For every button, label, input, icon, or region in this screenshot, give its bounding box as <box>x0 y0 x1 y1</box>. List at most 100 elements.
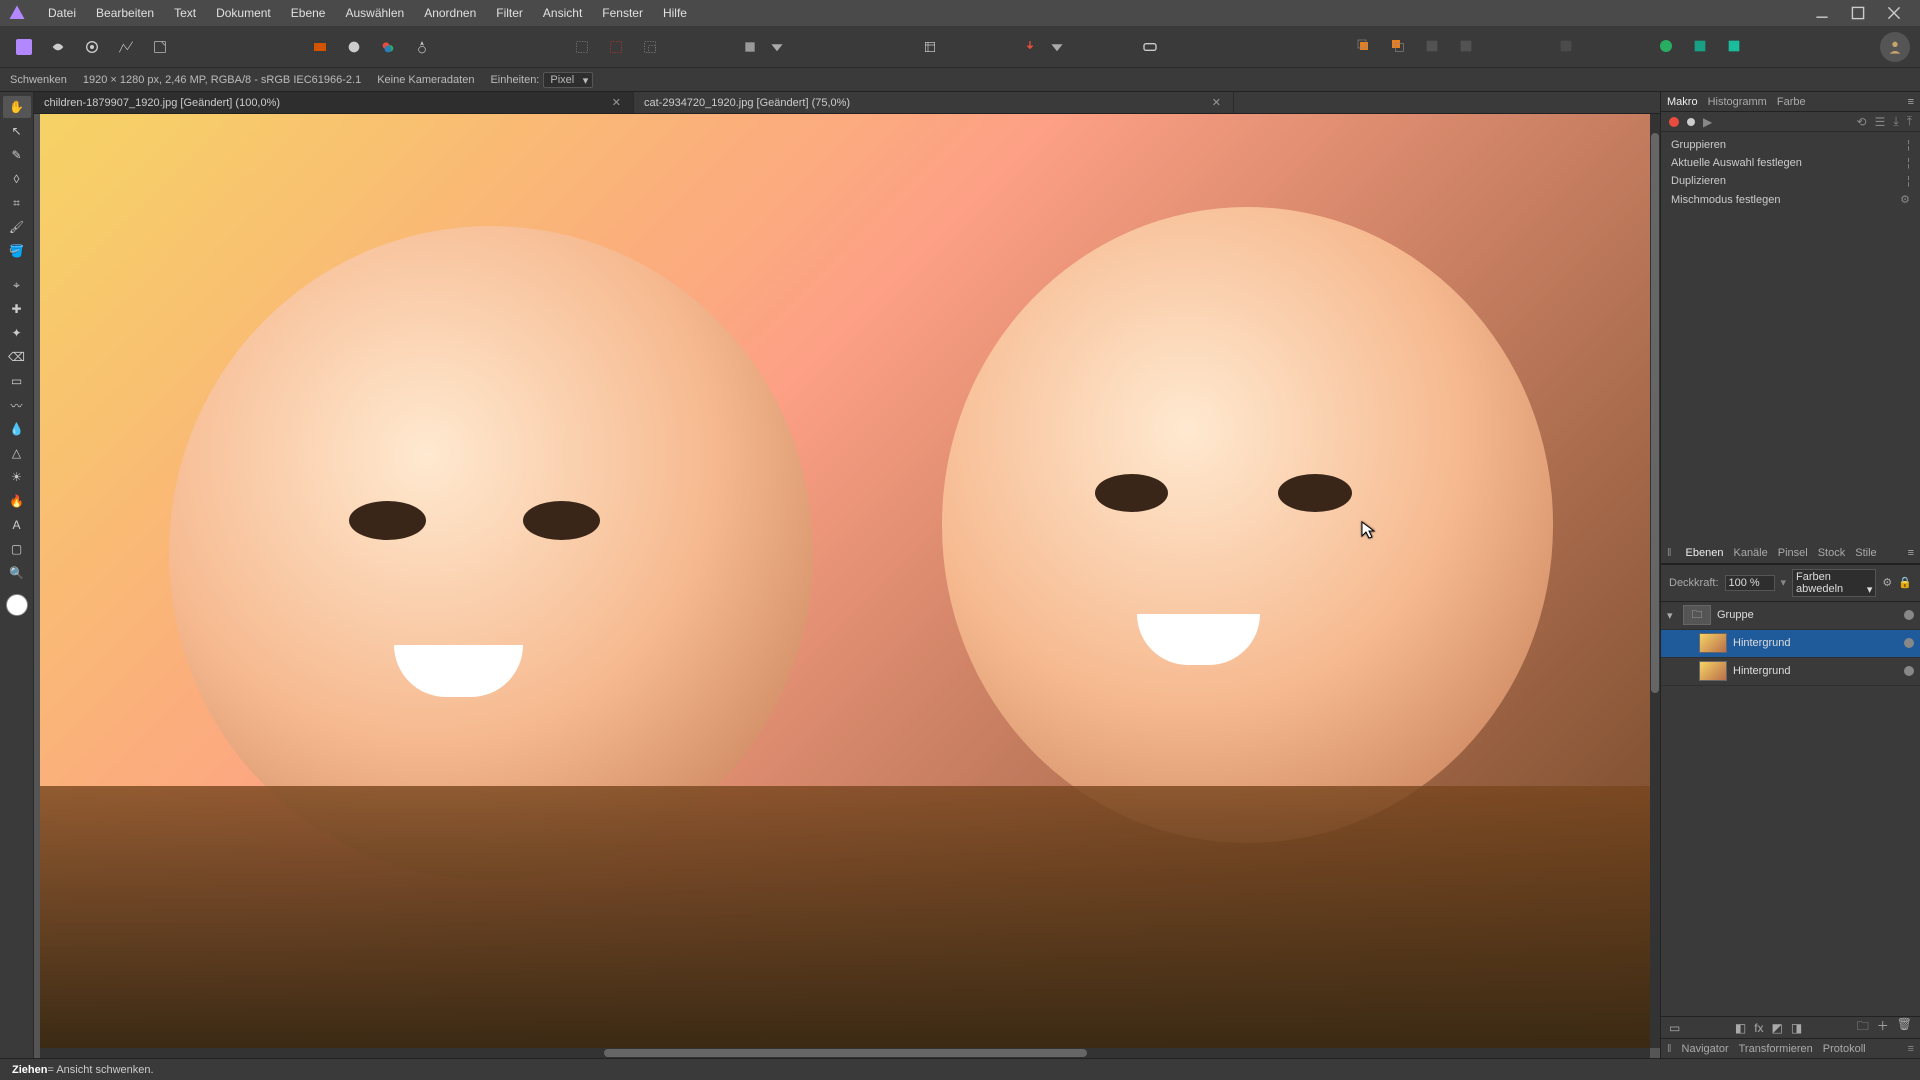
menu-item-filter[interactable]: Filter <box>486 2 533 24</box>
autocolor-button[interactable] <box>306 33 334 61</box>
layer-delete-icon[interactable]: 🗑 <box>1897 1017 1912 1038</box>
layer-mask2-icon[interactable]: ◩ <box>1772 1021 1783 1035</box>
tab-histogramm[interactable]: Histogramm <box>1708 96 1767 108</box>
layers-tab-kanäle[interactable]: Kanäle <box>1733 547 1767 559</box>
layer-fx-icon[interactable]: fx <box>1754 1021 1763 1035</box>
node-tool[interactable]: ◊ <box>3 168 31 190</box>
zoom-tool[interactable]: 🔍 <box>3 562 31 584</box>
layer-visibility-toggle[interactable] <box>1904 610 1914 620</box>
tab-navigator[interactable]: Navigator <box>1682 1043 1729 1055</box>
autolevels-button[interactable] <box>340 33 368 61</box>
close-tab-icon[interactable]: ✕ <box>1210 96 1223 109</box>
menu-item-datei[interactable]: Datei <box>38 2 86 24</box>
layers-tab-stock[interactable]: Stock <box>1818 547 1846 559</box>
layers-tab-pinsel[interactable]: Pinsel <box>1778 547 1808 559</box>
vertical-scrollbar[interactable] <box>1650 114 1660 1048</box>
horizontal-scrollbar[interactable] <box>40 1048 1650 1058</box>
arrange-back-icon[interactable] <box>1350 32 1378 60</box>
layer-lock-icon[interactable]: 🔒 <box>1898 576 1912 589</box>
menu-item-text[interactable]: Text <box>164 2 206 24</box>
menu-item-fenster[interactable]: Fenster <box>592 2 653 24</box>
blend-mode-dropdown[interactable]: Farben abwedeln▾ <box>1792 569 1876 597</box>
close-tab-icon[interactable]: ✕ <box>610 96 623 109</box>
align-button[interactable] <box>1552 32 1580 60</box>
layer-visibility-toggle[interactable] <box>1904 666 1914 676</box>
macro-export-icon[interactable]: ⤒ <box>1907 114 1912 129</box>
layers-tab-ebenen[interactable]: Ebenen <box>1686 547 1724 559</box>
paintbrush-tool[interactable]: 🖌 <box>3 216 31 238</box>
layer-group-row[interactable]: ▾🗀Gruppe <box>1661 602 1920 630</box>
menu-item-auswählen[interactable]: Auswählen <box>335 2 414 24</box>
document-tab[interactable]: children-1879907_1920.jpg [Geändert] (10… <box>34 92 634 113</box>
snap-button[interactable] <box>1016 33 1044 61</box>
arrange-outside-icon[interactable] <box>1452 32 1480 60</box>
foreground-color-swatch[interactable] <box>6 594 28 616</box>
menu-item-hilfe[interactable]: Hilfe <box>653 2 697 24</box>
macro-action-gear-icon[interactable]: ⚙ <box>1900 193 1910 206</box>
add-layer-teal2-icon[interactable] <box>1720 32 1748 60</box>
menu-item-anordnen[interactable]: Anordnen <box>414 2 486 24</box>
panel-menu-icon[interactable]: ≡ <box>1908 96 1914 108</box>
document-tab[interactable]: cat-2934720_1920.jpg [Geändert] (75,0%)✕ <box>634 92 1234 113</box>
selection-add-icon[interactable] <box>602 33 630 61</box>
menu-item-bearbeiten[interactable]: Bearbeiten <box>86 2 164 24</box>
macro-action-row[interactable]: Gruppieren¦ <box>1661 136 1920 154</box>
eraser-tool[interactable]: ⌫ <box>3 346 31 368</box>
persona-photo-icon[interactable] <box>10 33 38 61</box>
macro-play-button[interactable]: ▶ <box>1703 115 1712 129</box>
add-layer-green-icon[interactable] <box>1652 32 1680 60</box>
disclose-icon[interactable]: ▾ <box>1667 609 1677 622</box>
snap-dropdown[interactable] <box>1050 33 1064 61</box>
autocontrast-button[interactable] <box>374 33 402 61</box>
macro-save-icon[interactable]: ⤓ <box>1893 114 1898 129</box>
burn-tool[interactable]: 🔥 <box>3 490 31 512</box>
macro-action-gear-icon[interactable]: ¦ <box>1907 139 1910 151</box>
selection-tool[interactable]: ▭ <box>3 370 31 392</box>
layer-adjust-icon[interactable]: ◧ <box>1735 1021 1746 1035</box>
quickmask-button[interactable] <box>736 33 764 61</box>
selection-sub-icon[interactable] <box>636 33 664 61</box>
blur-tool[interactable]: 💧 <box>3 418 31 440</box>
layers-tab-stile[interactable]: Stile <box>1855 547 1876 559</box>
canvas-image[interactable] <box>40 114 1650 1048</box>
macro-action-gear-icon[interactable]: ¦ <box>1907 175 1910 187</box>
macro-reset-icon[interactable]: ⟲ <box>1857 115 1867 129</box>
crop-tool[interactable]: ⌗ <box>3 192 31 214</box>
persona-develop-icon[interactable] <box>78 33 106 61</box>
persona-tone-icon[interactable] <box>112 33 140 61</box>
macro-stop-button[interactable] <box>1687 118 1695 126</box>
macro-record-button[interactable] <box>1669 117 1679 127</box>
add-layer-teal-icon[interactable] <box>1686 32 1714 60</box>
layer-live-icon[interactable]: ◨ <box>1791 1021 1802 1035</box>
layers-panel-menu-icon[interactable]: ≡ <box>1908 547 1914 559</box>
smudge-tool[interactable]: 〰 <box>3 394 31 416</box>
layer-settings-icon[interactable]: ⚙ <box>1882 576 1892 589</box>
layer-group-icon[interactable]: 🗀 <box>1857 1017 1869 1038</box>
tab-transformieren[interactable]: Transformieren <box>1739 1043 1813 1055</box>
canvas-viewport[interactable] <box>34 114 1660 1058</box>
hand-tool[interactable]: ✋ <box>3 96 31 118</box>
crop-toggle-icon[interactable] <box>916 33 944 61</box>
quickmask-dropdown[interactable] <box>770 33 784 61</box>
macro-action-gear-icon[interactable]: ¦ <box>1907 157 1910 169</box>
move-tool[interactable]: ↖ <box>3 120 31 142</box>
layer-row[interactable]: Hintergrund <box>1661 658 1920 686</box>
opacity-input[interactable] <box>1725 575 1775 591</box>
tab-makro[interactable]: Makro <box>1667 96 1698 108</box>
pen-tool[interactable]: ✎ <box>3 144 31 166</box>
macro-action-row[interactable]: Aktuelle Auswahl festlegen¦ <box>1661 154 1920 172</box>
shape-tool[interactable]: ▢ <box>3 538 31 560</box>
inpaint-tool[interactable]: ✦ <box>3 322 31 344</box>
layer-add-icon[interactable]: ＋ <box>1877 1017 1889 1038</box>
macro-action-row[interactable]: Duplizieren¦ <box>1661 172 1920 190</box>
window-minimize-button[interactable] <box>1804 0 1840 26</box>
fill-tool[interactable]: 🪣 <box>3 240 31 262</box>
arrange-inside-icon[interactable] <box>1418 32 1446 60</box>
dodge-tool[interactable]: ☀ <box>3 466 31 488</box>
macro-list-icon[interactable]: ☰ <box>1875 115 1886 129</box>
layer-row[interactable]: Hintergrund <box>1661 630 1920 658</box>
window-close-button[interactable] <box>1876 0 1912 26</box>
persona-export-icon[interactable] <box>146 33 174 61</box>
tab-protokoll[interactable]: Protokoll <box>1823 1043 1866 1055</box>
clone-tool[interactable]: ⌖ <box>3 274 31 296</box>
